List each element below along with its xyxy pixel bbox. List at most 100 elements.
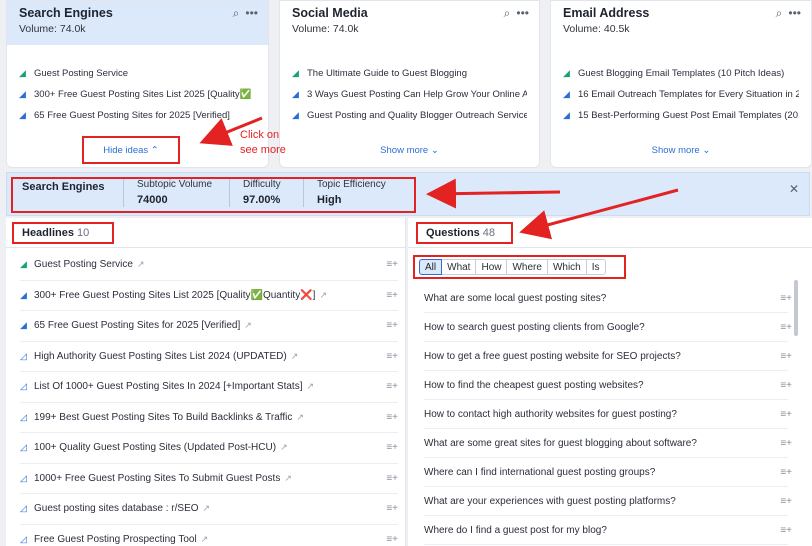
external-link-icon[interactable]: ↗ bbox=[244, 320, 252, 331]
metric-value: 97.00% bbox=[243, 194, 281, 206]
topic-card-social-media[interactable]: Social Media Volume: 74.0k ⌕ ••• ◢ The Ul… bbox=[279, 0, 540, 168]
question-text[interactable]: Where can I find international guest pos… bbox=[424, 467, 655, 478]
show-more-button[interactable]: Show more ⌄ bbox=[280, 133, 539, 167]
more-icon[interactable]: ••• bbox=[788, 7, 801, 19]
search-icon[interactable]: ⌕ bbox=[504, 7, 511, 19]
external-link-icon[interactable]: ↗ bbox=[319, 290, 327, 301]
filter-what[interactable]: What bbox=[442, 259, 477, 275]
list-item[interactable]: ◢ 15 Best-Performing Guest Post Email Tem… bbox=[563, 105, 799, 126]
close-icon[interactable]: ✕ bbox=[789, 182, 799, 196]
external-link-icon[interactable]: ↗ bbox=[137, 259, 145, 270]
headline-row[interactable]: ◢ 300+ Free Guest Posting Sites List 2025… bbox=[20, 281, 398, 311]
external-link-icon[interactable]: ↗ bbox=[280, 442, 288, 453]
add-to-list-icon[interactable]: ≡+ bbox=[780, 380, 792, 391]
filter-is[interactable]: Is bbox=[586, 259, 606, 275]
list-item[interactable]: ◢ Guest Blogging Email Templates (10 Pitc… bbox=[563, 63, 799, 84]
question-text[interactable]: How to get a free guest posting website … bbox=[424, 351, 681, 362]
add-to-list-icon[interactable]: ≡+ bbox=[386, 534, 398, 545]
headline-text[interactable]: High Authority Guest Posting Sites List … bbox=[34, 351, 287, 362]
add-to-list-icon[interactable]: ≡+ bbox=[386, 442, 398, 453]
question-row[interactable]: How to search guest posting clients from… bbox=[424, 313, 792, 342]
add-to-list-icon[interactable]: ≡+ bbox=[386, 320, 398, 331]
list-item[interactable]: ◢ The Ultimate Guide to Guest Blogging bbox=[292, 63, 527, 84]
headline-text[interactable]: 1000+ Free Guest Posting Sites To Submit… bbox=[34, 473, 280, 484]
add-to-list-icon[interactable]: ≡+ bbox=[780, 438, 792, 449]
more-icon[interactable]: ••• bbox=[516, 7, 529, 19]
question-text[interactable]: How to find the cheapest guest posting w… bbox=[424, 380, 644, 391]
question-row[interactable]: What are some local guest posting sites?… bbox=[424, 284, 792, 313]
filter-all[interactable]: All bbox=[419, 259, 443, 275]
list-item[interactable]: ◢ 65 Free Guest Posting Sites for 2025 [V… bbox=[19, 105, 256, 126]
external-link-icon[interactable]: ↗ bbox=[201, 534, 209, 545]
question-row[interactable]: How to get a free guest posting website … bbox=[424, 342, 792, 371]
headline-row[interactable]: ◿ List Of 1000+ Guest Posting Sites In 20… bbox=[20, 372, 398, 403]
headline-text[interactable]: Free Guest Posting Prospecting Tool bbox=[34, 534, 197, 545]
add-to-list-icon[interactable]: ≡+ bbox=[780, 409, 792, 420]
add-to-list-icon[interactable]: ≡+ bbox=[386, 381, 398, 392]
external-link-icon[interactable]: ↗ bbox=[296, 412, 304, 423]
show-more-button[interactable]: Show more ⌄ bbox=[551, 133, 811, 167]
headline-text[interactable]: 199+ Best Guest Posting Sites To Build B… bbox=[34, 412, 292, 423]
list-item[interactable]: ◢ 300+ Free Guest Posting Sites List 2025… bbox=[19, 84, 256, 105]
headline-row[interactable]: ◿ High Authority Guest Posting Sites List… bbox=[20, 342, 398, 372]
headline-row[interactable]: ◿ Guest posting sites database : r/SEO ↗ ≡+ bbox=[20, 494, 398, 525]
add-to-list-icon[interactable]: ≡+ bbox=[780, 293, 792, 304]
headline-row[interactable]: ◿ Free Guest Posting Prospecting Tool ↗ ≡+ bbox=[20, 525, 398, 546]
add-to-list-icon[interactable]: ≡+ bbox=[386, 503, 398, 514]
add-to-list-icon[interactable]: ≡+ bbox=[386, 259, 398, 270]
question-row[interactable]: Where can I find international guest pos… bbox=[424, 458, 792, 487]
more-icon[interactable]: ••• bbox=[245, 7, 258, 19]
add-to-list-icon[interactable]: ≡+ bbox=[780, 496, 792, 507]
question-text[interactable]: How to search guest posting clients from… bbox=[424, 322, 645, 333]
add-to-list-icon[interactable]: ≡+ bbox=[780, 467, 792, 478]
question-text[interactable]: What are your experiences with guest pos… bbox=[424, 496, 676, 507]
divider bbox=[303, 179, 304, 207]
headline-text[interactable]: 100+ Quality Guest Posting Sites (Update… bbox=[34, 442, 276, 453]
filter-how[interactable]: How bbox=[476, 259, 508, 275]
external-link-icon[interactable]: ↗ bbox=[307, 381, 315, 392]
question-text[interactable]: Where do I find a guest post for my blog… bbox=[424, 525, 607, 536]
question-row[interactable]: What are your experiences with guest pos… bbox=[424, 487, 792, 516]
list-item[interactable]: ◢ 16 Email Outreach Templates for Every S… bbox=[563, 84, 799, 105]
search-icon[interactable]: ⌕ bbox=[776, 7, 783, 19]
question-row[interactable]: What are some great sites for guest blog… bbox=[424, 429, 792, 458]
topic-card-email-address[interactable]: Email Address Volume: 40.5k ⌕ ••• ◢ Guest… bbox=[550, 0, 812, 168]
external-link-icon[interactable]: ↗ bbox=[284, 473, 292, 484]
add-to-list-icon[interactable]: ≡+ bbox=[780, 525, 792, 536]
headline-text[interactable]: List Of 1000+ Guest Posting Sites In 202… bbox=[34, 381, 303, 392]
question-row[interactable]: Where do I find a guest post for my blog… bbox=[424, 516, 792, 545]
add-to-list-icon[interactable]: ≡+ bbox=[780, 351, 792, 362]
external-link-icon[interactable]: ↗ bbox=[291, 351, 299, 362]
scrollbar[interactable] bbox=[794, 280, 798, 336]
external-link-icon[interactable]: ↗ bbox=[203, 503, 211, 514]
filter-which[interactable]: Which bbox=[547, 259, 587, 275]
headline-row[interactable]: ◿ 100+ Quality Guest Posting Sites (Updat… bbox=[20, 433, 398, 464]
question-text[interactable]: How to contact high authority websites f… bbox=[424, 409, 677, 420]
headline-row[interactable]: ◿ 199+ Best Guest Posting Sites To Build … bbox=[20, 403, 398, 433]
add-to-list-icon[interactable]: ≡+ bbox=[386, 473, 398, 484]
bullhorn-icon: ◢ bbox=[20, 289, 27, 300]
question-row[interactable]: How to contact high authority websites f… bbox=[424, 400, 792, 429]
list-item[interactable]: ◢ 3 Ways Guest Posting Can Help Grow Your… bbox=[292, 84, 527, 105]
headline-text[interactable]: Guest posting sites database : r/SEO bbox=[34, 503, 199, 514]
headline-text[interactable]: Guest Posting Service bbox=[34, 259, 133, 270]
question-text[interactable]: What are some great sites for guest blog… bbox=[424, 438, 697, 449]
headline-text[interactable]: 65 Free Guest Posting Sites for 2025 [Ve… bbox=[34, 320, 240, 331]
add-to-list-icon[interactable]: ≡+ bbox=[386, 412, 398, 423]
headline-row[interactable]: ◿ 1000+ Free Guest Posting Sites To Submi… bbox=[20, 464, 398, 494]
search-icon[interactable]: ⌕ bbox=[233, 7, 240, 19]
list-item[interactable]: ◢ Guest Posting and Quality Blogger Outre… bbox=[292, 105, 527, 126]
question-row[interactable]: How to find the cheapest guest posting w… bbox=[424, 371, 792, 400]
headline-row[interactable]: ◢ Guest Posting Service ↗ ≡+ bbox=[20, 250, 398, 281]
add-to-list-icon[interactable]: ≡+ bbox=[386, 290, 398, 301]
add-to-list-icon[interactable]: ≡+ bbox=[386, 351, 398, 362]
question-text[interactable]: What are some local guest posting sites? bbox=[424, 293, 606, 304]
headline-text[interactable]: 300+ Free Guest Posting Sites List 2025 … bbox=[34, 290, 315, 301]
filter-where[interactable]: Where bbox=[507, 259, 548, 275]
hide-ideas-button[interactable]: Hide ideas ⌃ bbox=[82, 136, 180, 164]
divider bbox=[123, 179, 124, 207]
add-to-list-icon[interactable]: ≡+ bbox=[780, 322, 792, 333]
list-item[interactable]: ◢ Guest Posting Service bbox=[19, 63, 256, 84]
annotation-text: Click on see more bbox=[240, 128, 286, 158]
headline-row[interactable]: ◢ 65 Free Guest Posting Sites for 2025 [V… bbox=[20, 311, 398, 342]
